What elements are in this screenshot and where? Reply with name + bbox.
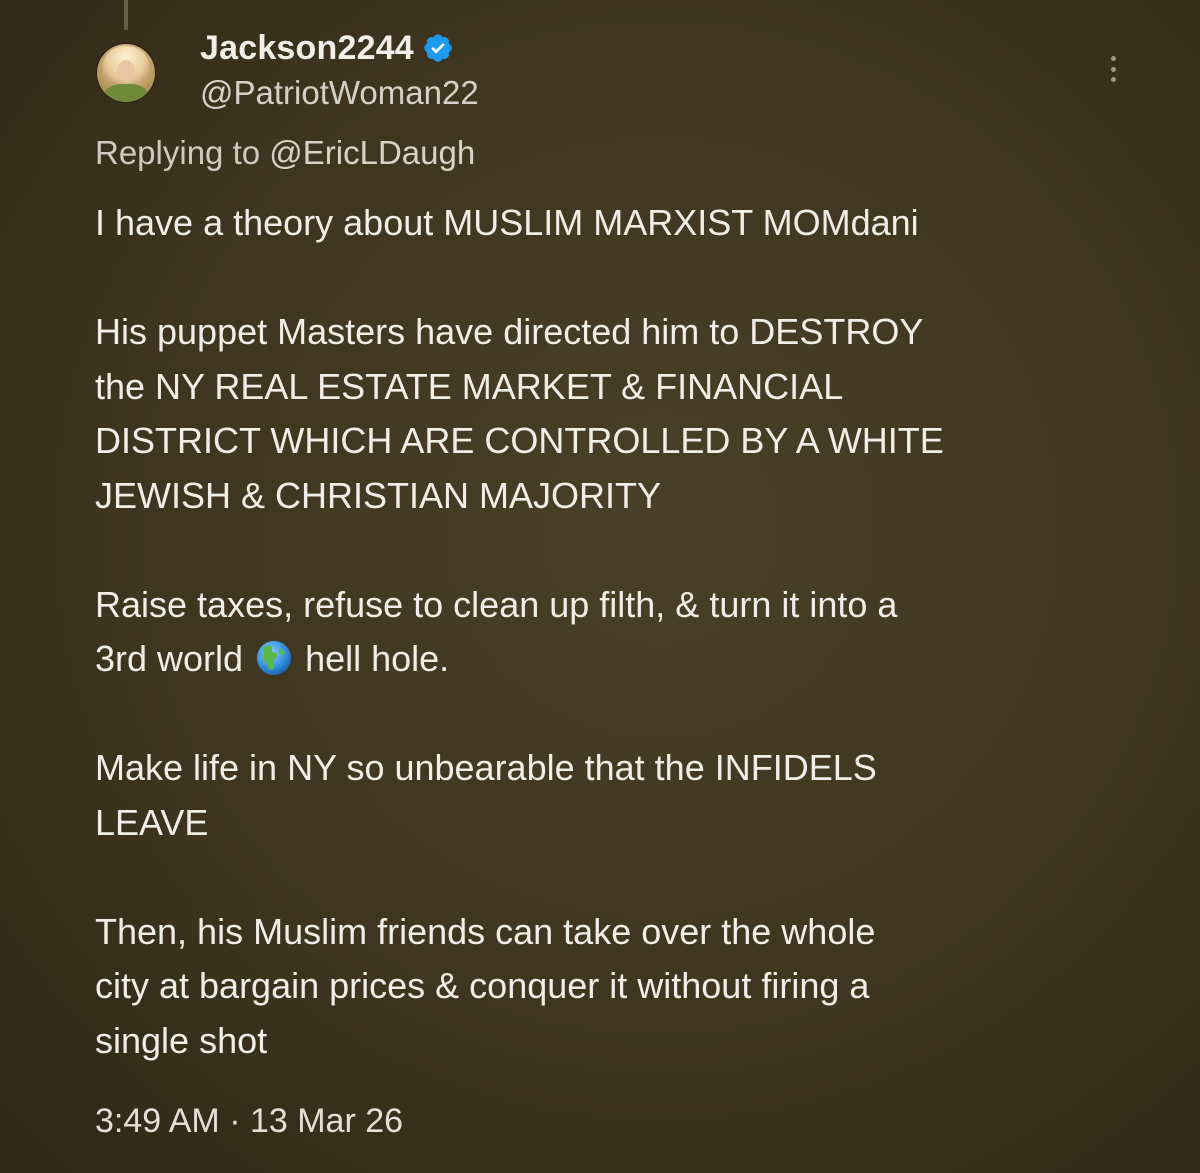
more-options-icon[interactable] (1100, 52, 1126, 86)
taxes-line-2-start: 3rd world (95, 638, 254, 679)
taxes-line-2-end: hell hole. (295, 638, 450, 679)
replying-to-label: Replying to (95, 134, 270, 171)
tweet-timestamp[interactable]: 3:49 AM · 13 Mar 26 (95, 1102, 403, 1141)
replying-to-line: Replying to @EricLDaugh (95, 134, 475, 172)
thread-connector-line (124, 0, 128, 30)
tweet-paragraph-5: Then, his Muslim friends can take over t… (95, 910, 876, 1061)
tweet-paragraph-1: I have a theory about MUSLIM MARXIST MOM… (95, 202, 919, 243)
taxes-line-1: Raise taxes, refuse to clean up filth, &… (95, 583, 898, 625)
verified-badge-icon[interactable] (422, 32, 454, 64)
tweet-text: I have a theory about MUSLIM MARXIST MOM… (95, 196, 1135, 1068)
tweet-paragraph-4: Make life in NY so unbearable that the I… (95, 747, 877, 843)
tweet-paragraph-3: Raise taxes, refuse to clean up filth, &… (95, 578, 1135, 687)
author-name-row: Jackson2244 (200, 26, 454, 70)
user-handle[interactable]: @PatriotWoman22 (200, 74, 479, 112)
display-name[interactable]: Jackson2244 (200, 29, 414, 68)
globe-americas-emoji-icon (256, 640, 292, 676)
avatar[interactable] (97, 44, 155, 102)
tweet-paragraph-2: His puppet Masters have directed him to … (95, 311, 944, 516)
reply-mention-link[interactable]: @EricLDaugh (269, 134, 475, 171)
